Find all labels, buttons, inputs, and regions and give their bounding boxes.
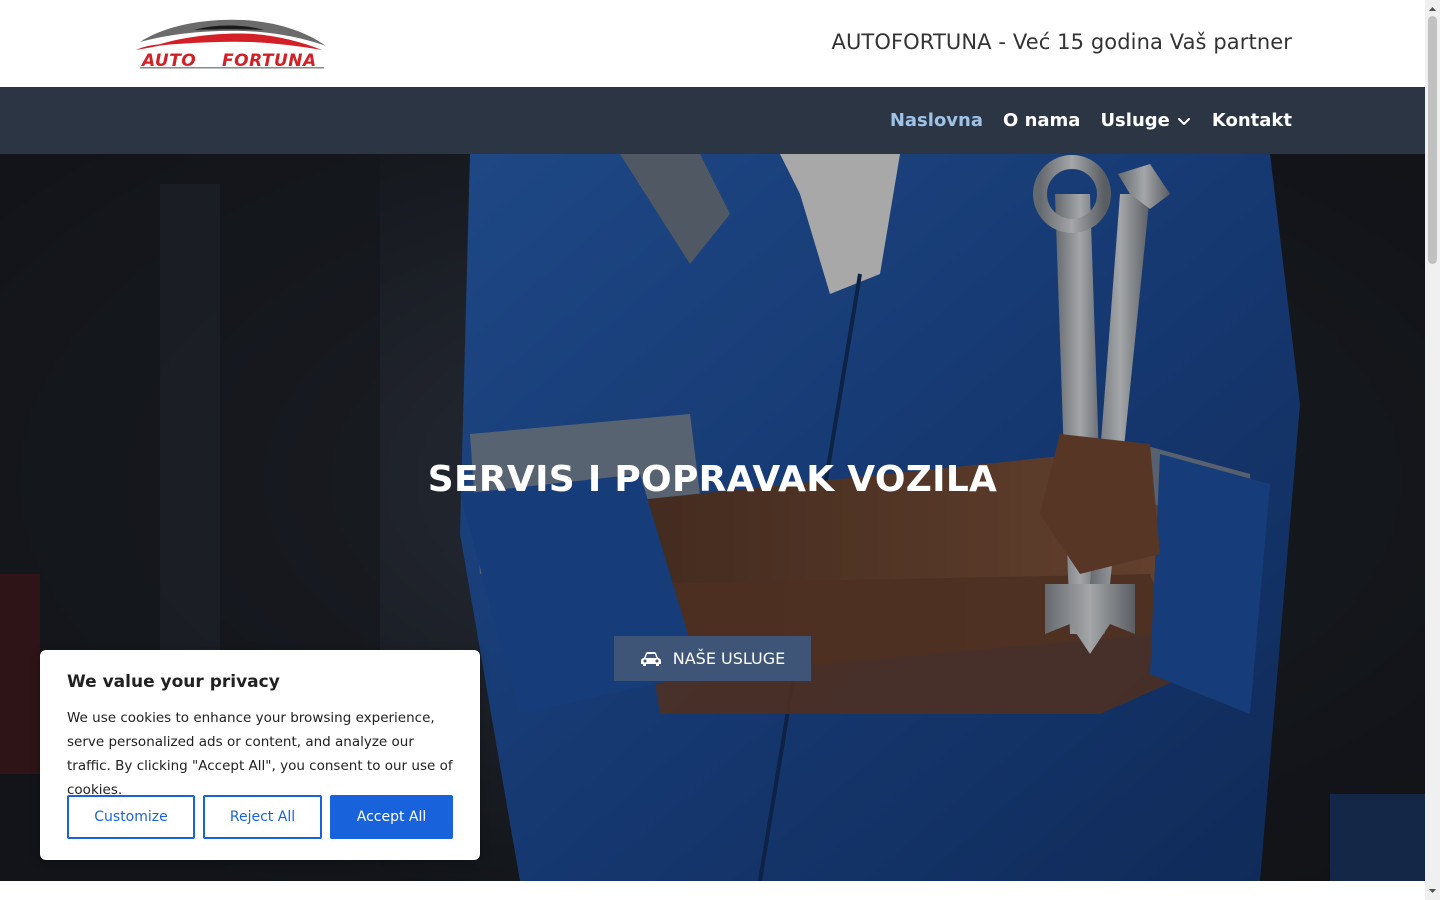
- main-navbar: Naslovna O nama Usluge Kontakt: [0, 87, 1425, 154]
- nav-item-usluge-label: Usluge: [1100, 110, 1170, 131]
- cookie-banner-text: We use cookies to enhance your browsing …: [67, 710, 453, 798]
- nav-item-kontakt[interactable]: Kontakt: [1212, 110, 1292, 131]
- nav-item-o-nama[interactable]: O nama: [1003, 110, 1080, 131]
- scrollbar-thumb[interactable]: [1428, 16, 1437, 264]
- logo-car-icon: AUTO FORTUNA: [136, 19, 326, 71]
- nav-item-usluge[interactable]: Usluge: [1100, 110, 1191, 131]
- accept-all-button[interactable]: Accept All: [330, 795, 453, 839]
- reject-all-button[interactable]: Reject All: [203, 795, 322, 839]
- chevron-down-icon: [1177, 117, 1190, 125]
- cookie-banner-title: We value your privacy: [67, 672, 280, 692]
- cookie-consent-banner: We value your privacy We use cookies to …: [40, 650, 480, 860]
- nav-item-naslovna[interactable]: Naslovna: [890, 110, 983, 131]
- customize-button[interactable]: Customize: [67, 795, 195, 839]
- cookie-banner-actions: Customize Reject All Accept All: [67, 795, 453, 839]
- main-nav: Naslovna O nama Usluge Kontakt: [890, 87, 1292, 154]
- hero-title: SERVIS I POPRAVAK VOZILA: [427, 459, 998, 500]
- site-tagline: AUTOFORTUNA - Već 15 godina Vaš partner: [831, 30, 1292, 54]
- scroll-down-arrow-icon[interactable]: [1425, 884, 1440, 898]
- nase-usluge-label: NAŠE USLUGE: [672, 649, 786, 668]
- site-header: AUTO FORTUNA AUTOFORTUNA - Već 15 godina…: [0, 0, 1425, 87]
- page-scrollbar[interactable]: [1425, 0, 1440, 900]
- nase-usluge-button[interactable]: NAŠE USLUGE: [614, 636, 811, 681]
- scroll-up-arrow-icon[interactable]: [1425, 2, 1440, 16]
- car-icon: [640, 651, 661, 666]
- site-logo[interactable]: AUTO FORTUNA: [134, 16, 330, 71]
